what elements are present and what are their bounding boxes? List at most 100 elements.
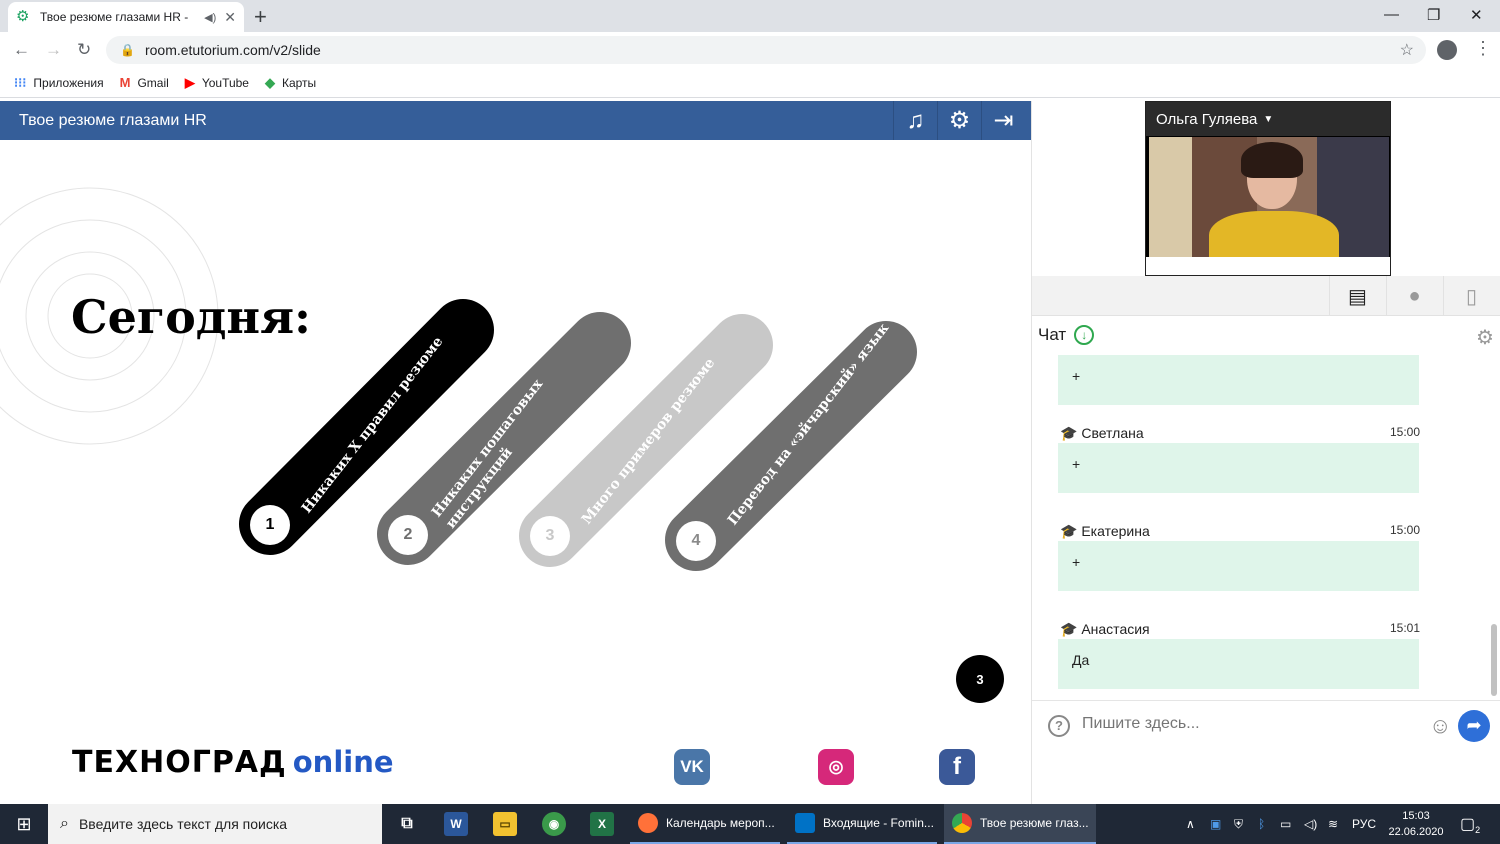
taskbar-app-firefox[interactable]: Календарь мероп... — [630, 804, 780, 844]
file-explorer-icon[interactable]: ▭ — [493, 812, 517, 836]
bookmark-label: YouTube — [201, 75, 249, 90]
tab-participants[interactable]: ● — [1386, 276, 1442, 316]
audio-icon[interactable]: ◀) — [204, 11, 216, 24]
browser-tabbar: ⚙ Твое резюме глазами HR - ◀) ✕ + — ❐ ✕ — [0, 0, 1500, 32]
panel-tabs: ▤ ● ▯ — [1032, 276, 1500, 316]
apps-icon: ⁝⁝⁝ — [14, 74, 27, 90]
graduation-cap-icon: 🎓 — [1060, 621, 1078, 637]
bookmark-star-icon[interactable]: ☆ — [1400, 40, 1414, 60]
help-icon[interactable]: ? — [1048, 714, 1070, 737]
user-icon: ● — [1408, 284, 1421, 307]
bookmark-label: Приложения — [33, 75, 104, 90]
wifi-icon[interactable]: ≋ — [1328, 804, 1338, 844]
notifications-icon[interactable]: ▢2 — [1460, 814, 1480, 835]
chat-message-bubble: + — [1058, 541, 1419, 591]
slide-graphics — [0, 187, 917, 571]
graduation-cap-icon: 🎓 — [1060, 425, 1078, 441]
excel-icon[interactable]: X — [590, 812, 614, 836]
minimize-icon[interactable]: — — [1384, 6, 1399, 23]
send-arrow-icon: ➦ — [1466, 715, 1482, 735]
url-text: room.etutorium.com/v2/slide — [144, 42, 321, 58]
pill-number-1: 1 — [250, 505, 290, 545]
reload-icon[interactable]: ↻ — [77, 40, 91, 60]
globe-app-icon[interactable]: ◉ — [542, 812, 566, 836]
chat-title: Чат ↓ — [1038, 325, 1095, 345]
graduation-cap-icon: 🎓 — [1060, 523, 1078, 539]
camera-feed — [1149, 137, 1389, 259]
taskbar-app-outlook[interactable]: Входящие - Fomin... — [787, 804, 937, 844]
bookmark-youtube[interactable]: ▶ YouTube — [185, 75, 249, 91]
word-icon[interactable]: W — [444, 812, 468, 836]
caret-down-icon: ▼ — [1263, 113, 1274, 125]
task-view-icon[interactable]: ⧉ — [395, 812, 419, 836]
pill-number-3: 3 — [530, 516, 570, 556]
chrome-icon — [952, 813, 972, 833]
youtube-icon: ▶ — [184, 74, 195, 90]
send-button[interactable]: ➦ — [1458, 709, 1490, 742]
close-window-icon[interactable]: ✕ — [1470, 6, 1483, 24]
presentation-slide: Сегодня: Никаких Х правил резюме Никаких… — [0, 140, 1031, 804]
chat-message-header: 🎓 Анастасия 15:01 — [1060, 621, 1420, 637]
pill-number-2: 2 — [388, 515, 428, 555]
bookmarks-bar: ⁝⁝⁝ Приложения M Gmail ▶ YouTube ◆ Карты — [0, 68, 1500, 98]
pill-number-4: 4 — [676, 521, 716, 561]
taskbar-search[interactable]: ⌕ Введите здесь текст для поиска — [48, 804, 382, 844]
windows-start-icon[interactable]: ⊞ — [0, 804, 48, 844]
taskbar-clock[interactable]: 15:03 22.06.2020 — [1384, 808, 1448, 840]
chat-input[interactable] — [1082, 715, 1412, 733]
battery-icon[interactable]: ▭ — [1280, 804, 1291, 844]
search-icon: ⌕ — [60, 815, 69, 832]
chat-message-header: 🎓 Екатерина 15:00 — [1060, 523, 1420, 539]
exit-icon[interactable]: ⇥ — [981, 101, 1025, 140]
tray-chevron-icon[interactable]: ∧ — [1186, 804, 1195, 844]
chat-input-row: ? ☺ ➦ — [1032, 700, 1500, 750]
chat-bubble-icon: ▤ — [1348, 285, 1367, 308]
address-bar: ← → ↻ 🔒 room.etutorium.com/v2/slide ☆ ⋮ — [0, 32, 1500, 68]
taskbar-app-chrome[interactable]: Твое резюме глаз... — [944, 804, 1096, 844]
close-tab-icon[interactable]: ✕ — [224, 9, 236, 26]
chat-scrollbar[interactable] — [1491, 624, 1497, 696]
forward-icon[interactable]: → — [45, 40, 62, 60]
vk-icon[interactable]: VK — [674, 749, 710, 785]
tray-shield-icon[interactable]: ⛨ — [1234, 804, 1243, 844]
chat-message-header: 🎓 Светлана 15:00 — [1060, 425, 1420, 441]
technograd-logo: ТЕХНОГРАД online — [72, 745, 394, 780]
volume-icon[interactable]: ◁) — [1304, 804, 1317, 844]
emoji-icon[interactable]: ☺ — [1429, 713, 1451, 739]
presenter-name-dropdown[interactable]: Ольга Гуляева ▼ — [1146, 102, 1390, 136]
maximize-icon[interactable]: ❐ — [1427, 6, 1440, 24]
site-favicon-icon: ⚙ — [16, 8, 30, 25]
menu-kebab-icon[interactable]: ⋮ — [1474, 38, 1492, 59]
bookmark-maps[interactable]: ◆ Карты — [265, 75, 316, 91]
webinar-title: Твое резюме глазами HR — [19, 111, 207, 129]
outlook-icon — [795, 813, 815, 833]
url-field[interactable]: 🔒 room.etutorium.com/v2/slide ☆ — [106, 36, 1426, 64]
language-indicator[interactable]: РУС — [1352, 804, 1376, 844]
document-icon: ▯ — [1465, 285, 1477, 308]
facebook-icon[interactable]: f — [939, 749, 975, 785]
chat-settings-icon[interactable]: ⚙ — [1476, 325, 1494, 350]
tab-chat[interactable]: ▤ — [1329, 276, 1385, 316]
lock-icon: 🔒 — [120, 43, 135, 57]
browser-tab[interactable]: ⚙ Твое резюме глазами HR - ◀) ✕ — [8, 2, 244, 32]
new-tab-button[interactable]: + — [254, 4, 267, 30]
settings-icon[interactable]: ⚙ — [937, 101, 981, 140]
music-icon[interactable]: ♫ — [893, 101, 937, 140]
tab-files[interactable]: ▯ — [1443, 276, 1499, 316]
tray-outlook-icon[interactable]: ▣ — [1210, 804, 1221, 844]
account-icon[interactable] — [1437, 40, 1457, 60]
instagram-icon[interactable]: ◎ — [818, 749, 854, 785]
bookmark-label: Gmail — [137, 75, 169, 90]
back-icon[interactable]: ← — [13, 40, 30, 60]
windows-taskbar: ⊞ ⌕ Введите здесь текст для поиска ⧉ W ▭… — [0, 804, 1500, 844]
chat-message-bubble: + — [1058, 443, 1419, 493]
bluetooth-icon[interactable]: ᛒ — [1258, 804, 1265, 844]
chat-message-bubble: + — [1058, 355, 1419, 405]
bookmark-gmail[interactable]: M Gmail — [120, 75, 169, 90]
maps-icon: ◆ — [264, 74, 275, 90]
download-icon[interactable]: ↓ — [1074, 325, 1095, 345]
bookmark-apps[interactable]: ⁝⁝⁝ Приложения — [14, 75, 104, 91]
webinar-header: Твое резюме глазами HR ♫ ⚙ ⇥ — [0, 101, 1031, 140]
tab-title: Твое резюме глазами HR - — [40, 10, 189, 24]
slide-heading: Сегодня: — [71, 290, 312, 344]
